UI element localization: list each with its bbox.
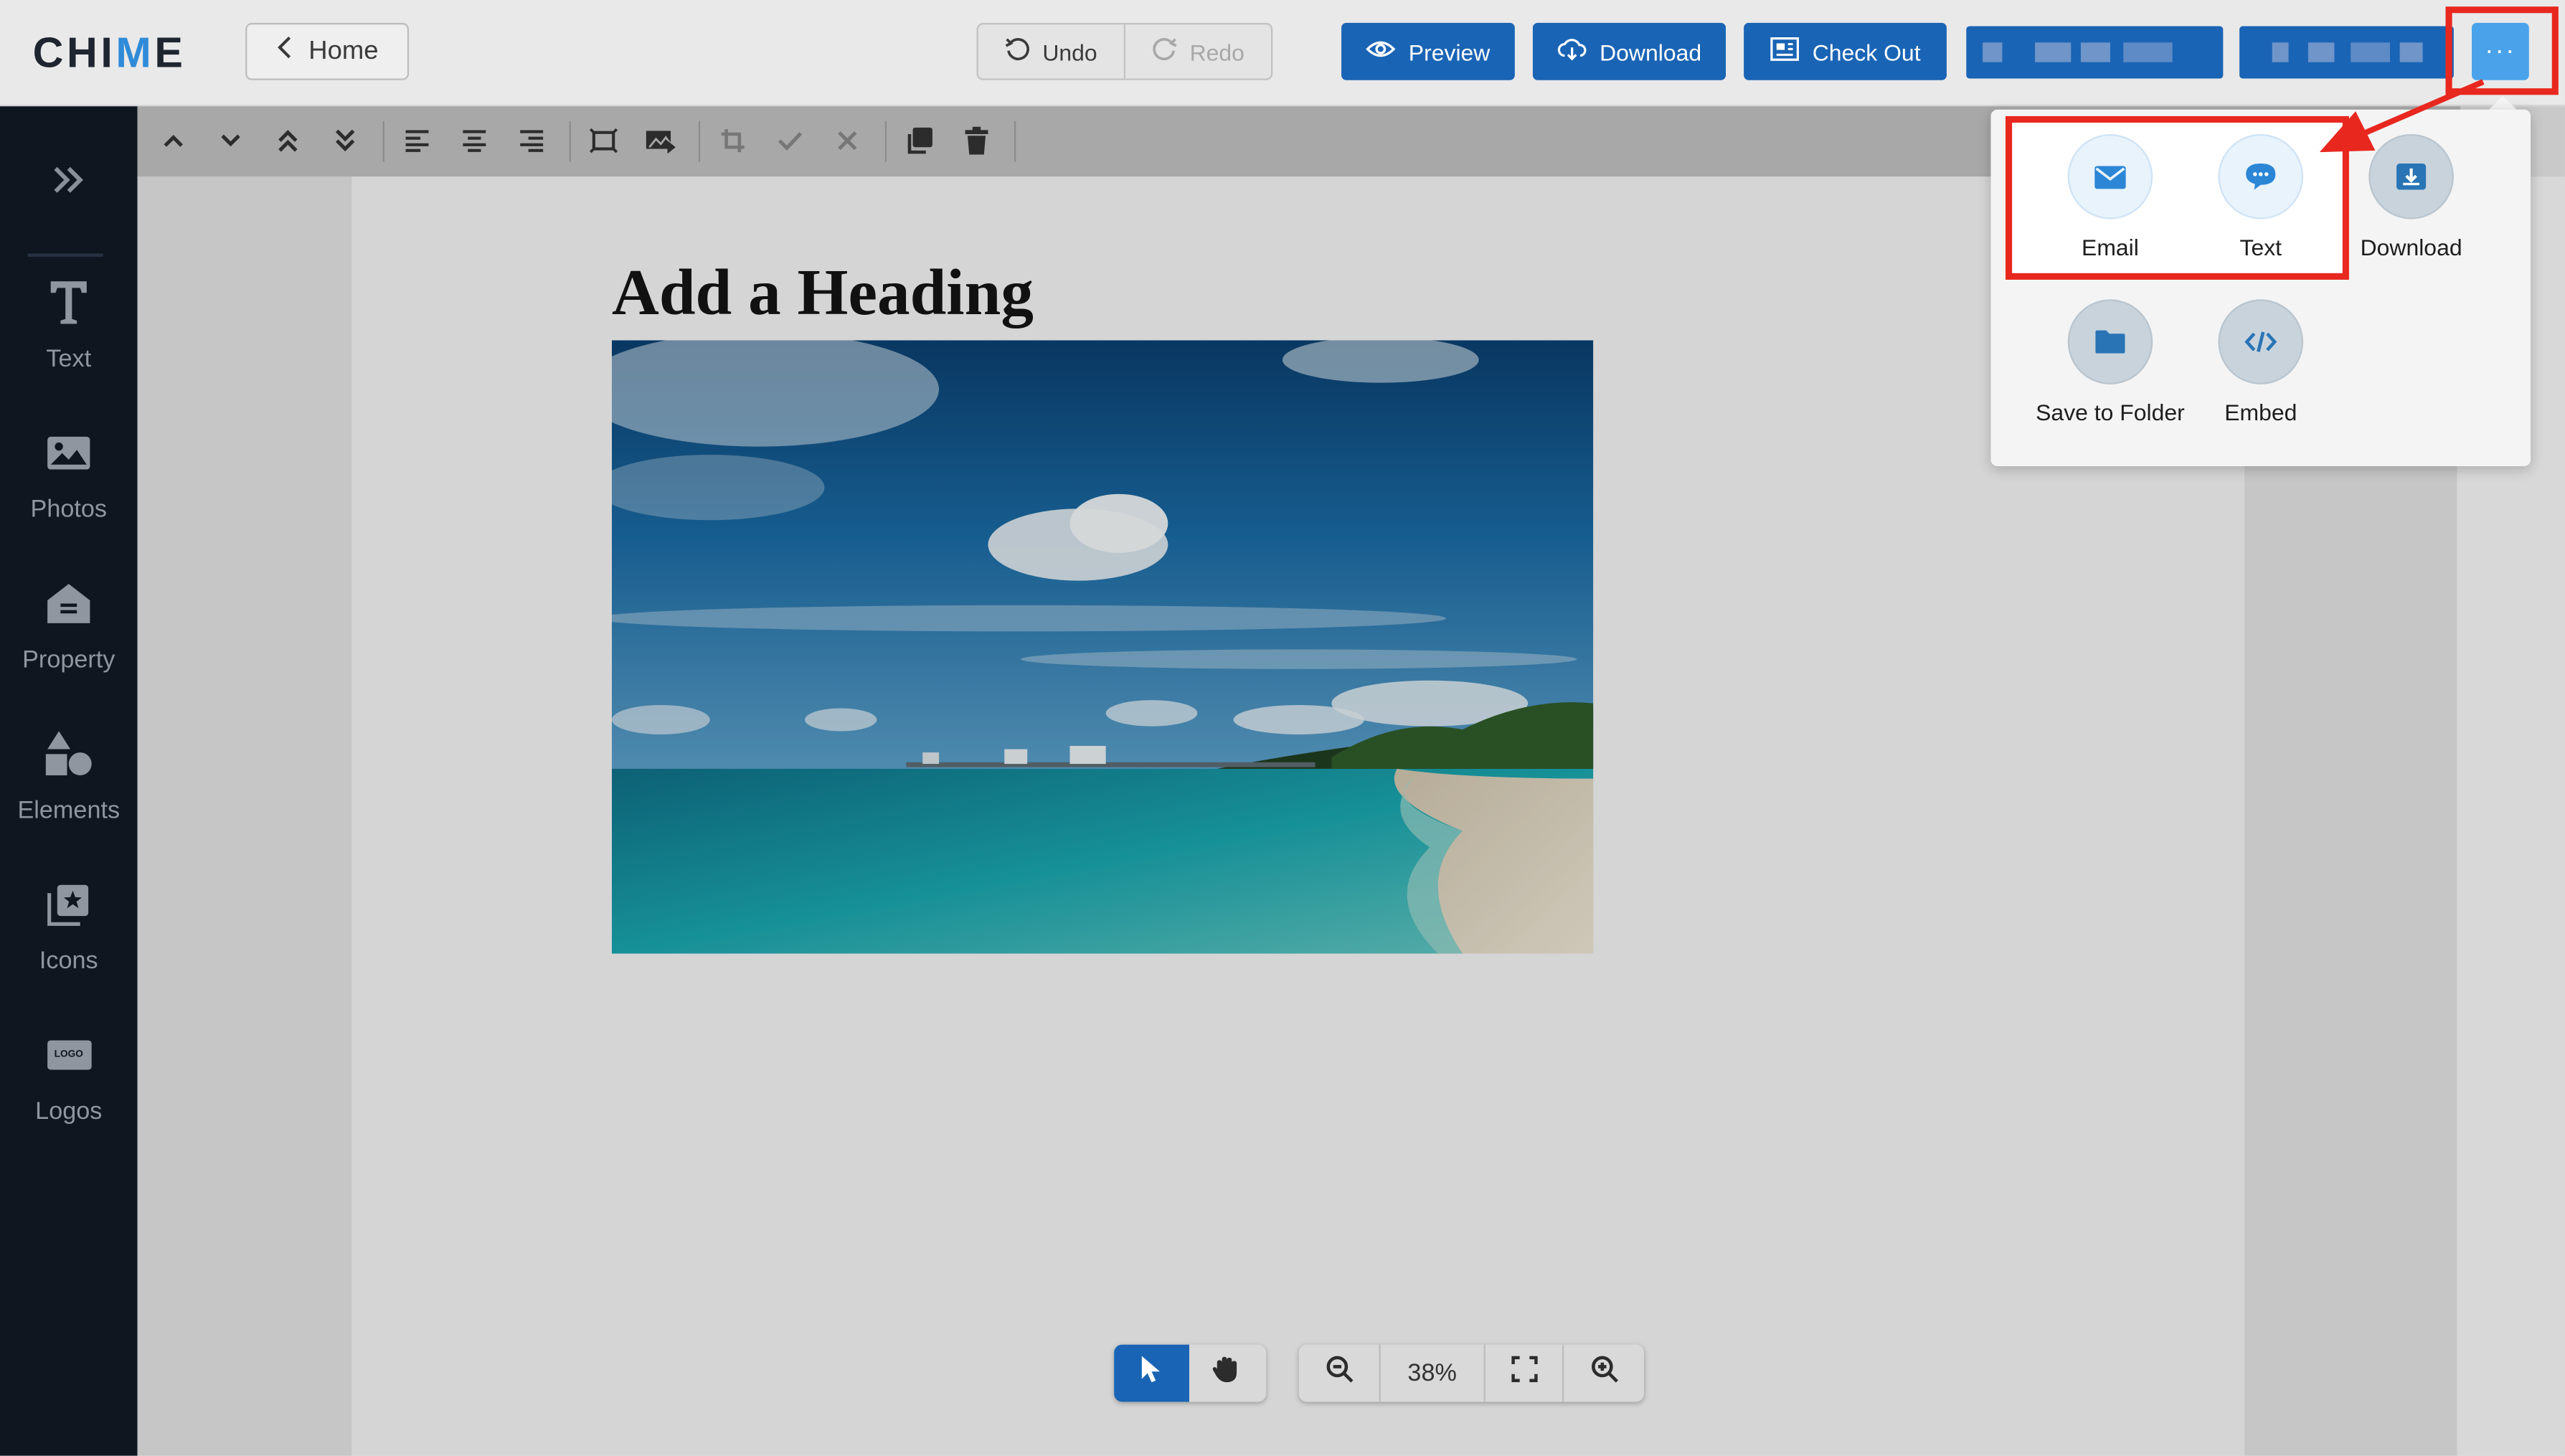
- code-icon: [2218, 299, 2304, 384]
- duplicate-icon[interactable]: [903, 124, 936, 157]
- logo-icon-text: LOGO: [46, 1040, 91, 1070]
- canvas-mode-group: [1114, 1344, 1267, 1402]
- zoom-in-button[interactable]: [1564, 1345, 1644, 1402]
- replace-image-icon[interactable]: [645, 124, 678, 157]
- sidebar-item-photos[interactable]: Photos: [0, 420, 138, 571]
- select-tool-button[interactable]: [1114, 1344, 1189, 1402]
- fit-screen-button[interactable]: [1485, 1344, 1564, 1402]
- logo-icon: LOGO: [42, 1029, 95, 1081]
- download-label: Download: [1600, 38, 1702, 65]
- check-icon[interactable]: [774, 124, 807, 157]
- canvas-heading[interactable]: Add a Heading: [612, 253, 1034, 330]
- fullscreen-icon: [1511, 1356, 1537, 1391]
- chevron-left-icon: [276, 34, 293, 69]
- undo-icon: [1005, 36, 1031, 67]
- pan-tool-button[interactable]: [1189, 1345, 1265, 1402]
- zoom-level[interactable]: 38%: [1381, 1344, 1485, 1402]
- annotation-arrow-icon: [2319, 79, 2485, 153]
- icon-star-icon: [42, 879, 95, 931]
- share-label: Embed: [2224, 399, 2297, 425]
- send-to-back-icon[interactable]: [329, 124, 362, 157]
- folder-icon: [2067, 299, 2153, 384]
- newspaper-icon: [1770, 36, 1799, 67]
- sidebar-item-property[interactable]: Property: [0, 571, 138, 722]
- undo-redo-group: Undo Redo: [976, 22, 1273, 80]
- download-button[interactable]: Download: [1532, 22, 1726, 80]
- hand-icon: [1211, 1354, 1244, 1391]
- trash-icon[interactable]: [960, 124, 993, 157]
- sidebar-item-elements[interactable]: Elements: [0, 722, 138, 872]
- undo-button[interactable]: Undo: [978, 24, 1126, 79]
- expand-sidebar-icon[interactable]: [0, 156, 138, 207]
- redo-icon: [1152, 36, 1178, 67]
- left-sidebar: Text Photos Property Elements Icons LOGO…: [0, 106, 138, 1456]
- sidebar-label: Property: [22, 646, 115, 674]
- cloud-download-icon: [1557, 37, 1587, 65]
- preview-button[interactable]: Preview: [1341, 22, 1515, 80]
- bring-to-front-icon[interactable]: [272, 124, 305, 157]
- share-label: Download: [2360, 234, 2462, 260]
- zoom-controls: 38%: [1298, 1344, 1645, 1402]
- sidebar-item-icons[interactable]: Icons: [0, 872, 138, 1023]
- redo-label: Redo: [1189, 38, 1244, 65]
- move-up-icon[interactable]: [157, 124, 190, 157]
- sidebar-item-logos[interactable]: LOGO Logos: [0, 1022, 138, 1173]
- share-save-folder-option[interactable]: Save to Folder: [2035, 299, 2186, 425]
- share-label: Save to Folder: [2036, 399, 2185, 425]
- sidebar-label: Icons: [39, 947, 98, 975]
- undo-label: Undo: [1042, 38, 1097, 65]
- cursor-icon: [1140, 1354, 1163, 1391]
- crop-icon[interactable]: [717, 124, 750, 157]
- zoom-in-icon: [1589, 1354, 1619, 1391]
- text-icon: [42, 276, 95, 328]
- align-left-icon[interactable]: [401, 124, 434, 157]
- redacted-button-1[interactable]: [1966, 26, 2224, 79]
- zoom-out-icon: [1324, 1354, 1354, 1391]
- eye-icon: [1366, 37, 1396, 65]
- chime-logo: CHIME: [32, 27, 186, 77]
- checkout-label: Check Out: [1812, 38, 1921, 65]
- shapes-icon: [42, 728, 95, 780]
- sidebar-label: Elements: [17, 796, 121, 825]
- zoom-out-button[interactable]: [1299, 1344, 1381, 1402]
- move-down-icon[interactable]: [214, 124, 247, 157]
- align-center-icon[interactable]: [458, 124, 491, 157]
- home-button[interactable]: Home: [245, 22, 410, 80]
- sidebar-label: Logos: [35, 1097, 103, 1126]
- close-icon[interactable]: [831, 124, 864, 157]
- app-window: CHIME Home Undo Redo Preview Download Ch…: [0, 0, 2565, 1456]
- checkout-button[interactable]: Check Out: [1744, 22, 1947, 80]
- preview-label: Preview: [1408, 38, 1491, 65]
- beach-photo[interactable]: [611, 340, 1594, 954]
- sidebar-divider: [27, 253, 103, 257]
- sidebar-label: Text: [46, 345, 92, 373]
- top-header: CHIME Home Undo Redo Preview Download Ch…: [0, 0, 2565, 107]
- home-button-label: Home: [308, 37, 379, 65]
- redo-button[interactable]: Redo: [1125, 24, 1271, 78]
- zoom-value: 38%: [1407, 1359, 1457, 1387]
- share-embed-option[interactable]: Embed: [2186, 299, 2336, 425]
- align-right-icon[interactable]: [515, 124, 548, 157]
- photo-icon: [42, 427, 95, 479]
- fit-image-icon[interactable]: [587, 124, 620, 157]
- property-icon: [42, 577, 95, 630]
- sidebar-label: Photos: [30, 496, 108, 524]
- sidebar-item-text[interactable]: Text: [0, 270, 138, 420]
